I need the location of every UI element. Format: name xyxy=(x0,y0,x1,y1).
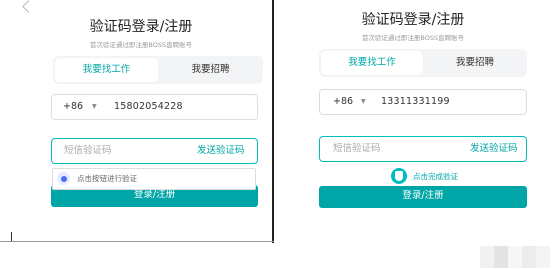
sms-code-input[interactable]: 短信验证码 xyxy=(333,137,381,161)
chevron-down-icon[interactable]: ▼ xyxy=(92,95,97,119)
corner-icon xyxy=(22,0,35,13)
country-code[interactable]: +86 xyxy=(333,90,353,114)
phone-input[interactable]: 13311331199 xyxy=(381,90,450,114)
phone-field[interactable]: +86 ▼ 15802054228 xyxy=(51,94,258,120)
sms-code-field[interactable]: 短信验证码 发送验证码 xyxy=(319,136,527,162)
page-title: 验证码登录/注册 xyxy=(361,12,465,28)
shield-check-icon xyxy=(391,168,407,184)
page-subtitle: 首次验证通过即注册BOSS直聘账号 xyxy=(89,41,193,49)
divider-middle xyxy=(272,0,274,243)
chevron-down-icon[interactable]: ▼ xyxy=(361,90,366,114)
tab-hire[interactable]: 我要招聘 xyxy=(160,58,261,82)
phone-input[interactable]: 15802054228 xyxy=(114,95,183,119)
login-panel-right: 验证码登录/注册 首次验证通过即注册BOSS直聘账号 我要找工作 我要招聘 +8… xyxy=(279,0,547,224)
tab-find-job[interactable]: 我要找工作 xyxy=(55,58,158,82)
captcha-button-icon[interactable] xyxy=(57,172,70,185)
sms-code-field[interactable]: 短信验证码 发送验证码 xyxy=(51,138,258,164)
captcha-prompt: 点击按钮进行验证 xyxy=(77,174,137,183)
country-code[interactable]: +86 xyxy=(63,95,83,119)
page-title: 验证码登录/注册 xyxy=(89,19,193,35)
blurred-block xyxy=(508,246,522,268)
blurred-block xyxy=(480,246,494,268)
blurred-block xyxy=(536,246,550,268)
phone-field[interactable]: +86 ▼ 13311331199 xyxy=(319,89,527,115)
login-register-button[interactable]: 登录/注册 xyxy=(319,186,527,208)
login-panel-left: 验证码登录/注册 首次验证通过即注册BOSS直聘账号 我要找工作 我要招聘 +8… xyxy=(10,0,272,232)
blurred-block xyxy=(522,246,536,268)
divider-bottom xyxy=(0,241,274,242)
tab-find-job[interactable]: 我要找工作 xyxy=(321,51,423,75)
role-tabs: 我要找工作 我要招聘 xyxy=(319,49,527,77)
send-code-button[interactable]: 发送验证码 xyxy=(470,137,518,161)
verification-status: 点击完成验证 xyxy=(413,172,458,181)
login-register-label: 登录/注册 xyxy=(402,190,444,201)
page-subtitle: 首次验证通过即注册BOSS直聘账号 xyxy=(361,34,465,42)
role-tabs: 我要找工作 我要招聘 xyxy=(53,56,263,84)
send-code-button[interactable]: 发送验证码 xyxy=(197,139,245,163)
blurred-block xyxy=(494,246,508,268)
captcha-widget[interactable]: 点击按钮进行验证 xyxy=(52,168,256,190)
login-register-label: 登录/注册 xyxy=(133,189,176,200)
tab-hire[interactable]: 我要招聘 xyxy=(425,51,525,75)
sms-code-input[interactable]: 短信验证码 xyxy=(64,139,112,163)
